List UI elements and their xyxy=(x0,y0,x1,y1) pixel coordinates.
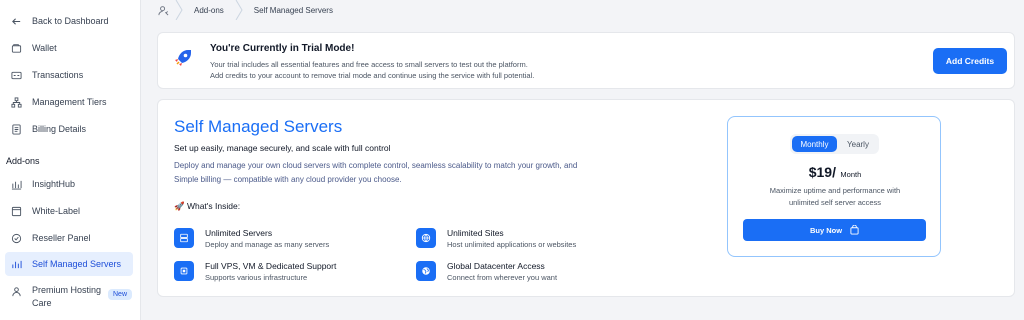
chevron-right-icon xyxy=(230,0,248,20)
sidebar-item-label: InsightHub xyxy=(32,179,76,189)
transactions-icon xyxy=(10,69,22,81)
server-icon xyxy=(174,228,194,248)
sidebar-item-wallet[interactable]: Wallet xyxy=(5,36,133,60)
arrow-left-icon xyxy=(10,15,22,27)
sidebar-item-label: Premium Hosting Care xyxy=(32,284,101,310)
sidebar-item-label: Billing Details xyxy=(32,124,87,134)
sidebar-item-label: Management Tiers xyxy=(32,97,107,107)
sidebar-item-self-managed-servers[interactable]: Self Managed Servers xyxy=(5,252,133,276)
trial-banner: You're Currently in Trial Mode! Your tri… xyxy=(157,32,1015,89)
label-line2: Care xyxy=(32,298,52,308)
chip-icon xyxy=(174,261,194,281)
trial-description: Add credits to your account to remove tr… xyxy=(210,71,535,80)
add-credits-button[interactable]: Add Credits xyxy=(933,48,1007,74)
servers-icon xyxy=(10,258,22,270)
card-subtitle: Set up easily, manage securely, and scal… xyxy=(174,143,391,153)
pricing-description: Maximize uptime and performance with xyxy=(769,186,901,195)
back-to-dashboard-link[interactable]: Back to Dashboard xyxy=(5,9,133,33)
feature-title: Global Datacenter Access xyxy=(447,261,545,271)
sidebar-item-label: Reseller Panel xyxy=(32,233,91,243)
sidebar-item-insighthub[interactable]: InsightHub xyxy=(5,172,133,196)
price-value: $19/ xyxy=(808,164,836,180)
badge-check-icon xyxy=(10,232,22,244)
feature-desc: Connect from wherever you want xyxy=(447,273,558,282)
page-title: Self Managed Servers xyxy=(174,117,343,136)
billing-icon xyxy=(10,123,22,135)
feature-desc: Supports various infrastructure xyxy=(205,273,308,282)
pricing-box: Monthly Yearly $19/ Month Maximize uptim… xyxy=(727,116,941,257)
feature-global-datacenter: Global Datacenter Access Connect from wh… xyxy=(416,260,646,286)
breadcrumb-addons-link[interactable]: Add-ons xyxy=(188,6,230,15)
pricing-description: unlimited self server access xyxy=(788,198,882,207)
user-settings-icon[interactable] xyxy=(158,5,170,16)
feature-unlimited-sites: Unlimited Sites Host unlimited applicati… xyxy=(416,227,646,253)
breadcrumb: Add-ons Self Managed Servers xyxy=(141,0,1024,20)
feature-full-vps: Full VPS, VM & Dedicated Support Support… xyxy=(174,260,404,286)
whats-inside-heading: 🚀 What's Inside: xyxy=(174,201,241,211)
tiers-icon xyxy=(10,96,22,108)
chart-icon xyxy=(10,178,22,190)
breadcrumb-current: Self Managed Servers xyxy=(253,5,333,15)
trial-description: Your trial includes all essential featur… xyxy=(210,60,528,69)
label-line1: Premium Hosting xyxy=(32,285,102,295)
shopping-bag-icon xyxy=(850,225,859,235)
sidebar-item-label: White-Label xyxy=(32,206,81,216)
buy-now-label: Buy Now xyxy=(809,225,843,235)
sidebar-item-label: Wallet xyxy=(32,43,57,53)
sidebar: Back to Dashboard Wallet Transactions Ma… xyxy=(0,0,141,320)
price-amount: $19/ Month xyxy=(728,164,942,182)
feature-desc: Host unlimited applications or websites xyxy=(447,240,577,249)
world-icon xyxy=(416,261,436,281)
new-badge: New xyxy=(108,289,133,300)
care-icon xyxy=(10,285,22,297)
buy-now-button[interactable]: Buy Now xyxy=(743,219,926,241)
window-icon xyxy=(10,205,22,217)
globe-icon xyxy=(416,228,436,248)
wallet-icon xyxy=(10,42,22,54)
feature-title: Unlimited Sites xyxy=(447,228,504,238)
billing-period-toggle: Monthly Yearly xyxy=(790,134,879,154)
card-description: Deploy and manage your own cloud servers… xyxy=(174,161,578,170)
sidebar-item-management-tiers[interactable]: Management Tiers xyxy=(5,90,133,114)
monthly-option[interactable]: Monthly xyxy=(792,136,837,152)
feature-unlimited-servers: Unlimited Servers Deploy and manage as m… xyxy=(174,227,404,253)
rocket-icon xyxy=(173,48,193,74)
sidebar-section-addons: Add-ons xyxy=(6,156,40,166)
back-label: Back to Dashboard xyxy=(32,16,109,26)
chevron-right-icon xyxy=(170,0,188,20)
card-description: Simple billing — compatible with any clo… xyxy=(174,175,402,184)
sidebar-item-transactions[interactable]: Transactions xyxy=(5,63,133,87)
sidebar-item-reseller-panel[interactable]: Reseller Panel xyxy=(5,226,133,250)
feature-desc: Deploy and manage as many servers xyxy=(205,240,330,249)
sidebar-item-label: Transactions xyxy=(32,70,84,80)
sidebar-item-white-label[interactable]: White-Label xyxy=(5,199,133,223)
sidebar-item-label: Self Managed Servers xyxy=(32,259,122,269)
trial-title: You're Currently in Trial Mode! xyxy=(210,43,355,54)
feature-title: Full VPS, VM & Dedicated Support xyxy=(205,261,337,271)
feature-title: Unlimited Servers xyxy=(205,228,273,238)
yearly-option[interactable]: Yearly xyxy=(839,136,877,152)
sidebar-item-billing-details[interactable]: Billing Details xyxy=(5,117,133,141)
price-unit: Month xyxy=(840,170,862,179)
